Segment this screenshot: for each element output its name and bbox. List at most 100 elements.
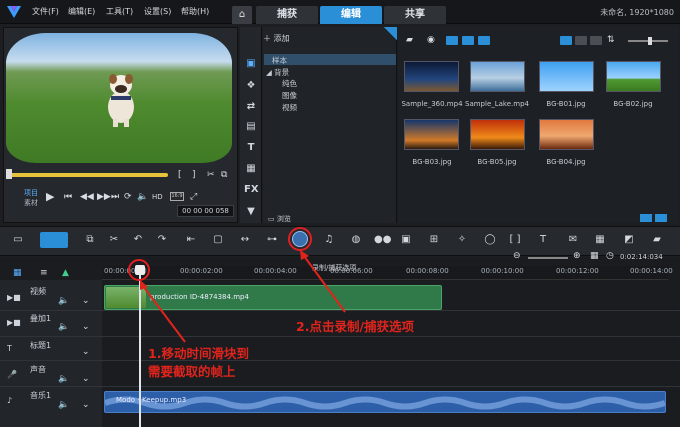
preview-scrubber[interactable] [8,173,168,177]
options-icon[interactable] [640,214,652,222]
audio-clip[interactable] [104,391,666,413]
marker-icon[interactable]: ▲ [62,268,69,278]
mix-icon[interactable]: ⊶ [265,234,279,245]
scrubber-handle[interactable] [6,169,12,179]
auto-music-icon[interactable]: ♫ [322,234,336,245]
timeline-view-button[interactable] [40,232,68,248]
next-frame-icon[interactable]: ▶▶ [97,192,111,202]
thumb-bg-b03[interactable] [404,119,459,150]
motion-track-icon[interactable]: ◍ [349,234,363,245]
split-screen-icon[interactable]: ⊞ [427,234,441,245]
zoom-out-icon[interactable]: ⊖ [513,251,521,261]
show-video-icon[interactable] [446,36,458,45]
color-grading-icon[interactable]: ◩ [622,234,636,245]
prev-frame-icon[interactable]: ◀◀ [80,192,94,202]
thumb-size-handle[interactable] [648,37,652,45]
end-frame-icon[interactable]: ⏭ [111,192,119,202]
add-folder-button[interactable]: ＋ 添加 [263,33,290,44]
zoom-fit-icon[interactable]: [ ] [508,234,522,245]
title-icon[interactable]: T [244,142,258,153]
ripple-voice-icon[interactable]: ⌄ [82,374,90,384]
expand-down-icon[interactable]: ▼ [244,206,258,217]
menu-tools[interactable]: 工具(T) [106,6,133,17]
all-tracks-icon[interactable]: ▦ [13,268,22,278]
filter-icon[interactable]: ▤ [244,121,258,132]
split-clip-icon[interactable]: ✂ [207,170,215,180]
thumb-bg-b04[interactable] [539,119,594,150]
menu-help[interactable]: 帮助(H) [181,6,209,17]
record-icon[interactable]: ◉ [427,35,435,45]
crop-icon[interactable]: ▢ [211,234,225,245]
grid-view-icon[interactable] [590,36,602,45]
thumb-bg-b02[interactable] [606,61,661,92]
timeline-playhead[interactable] [139,269,141,427]
play-icon[interactable]: ▶ [46,190,54,203]
instant-project-icon[interactable]: ❖ [244,80,258,91]
ripple-overlay-icon[interactable]: ⌄ [82,322,90,332]
tree-item-image[interactable]: 图像 [282,90,297,101]
mute-overlay-icon[interactable]: 🔈 [58,322,69,332]
media-icon[interactable]: ▣ [244,58,258,69]
home-icon[interactable]: ⌂ [232,6,252,24]
show-photo-icon[interactable] [462,36,474,45]
tree-item-background[interactable]: ◢ 背景 [266,67,289,78]
repeat-icon[interactable]: ⟳ [124,192,132,202]
ripple-title-icon[interactable]: ⌄ [82,347,90,357]
effects-icon[interactable]: ✧ [455,234,469,245]
list-view-icon[interactable] [560,36,572,45]
ripple-video-icon[interactable]: ⌄ [82,296,90,306]
timecode-display[interactable]: 00 00 00 058 [177,205,234,217]
zoom-in-icon[interactable]: ⊕ [573,251,581,261]
preview-video[interactable] [6,33,232,163]
tree-item-sample[interactable]: 样本 [272,55,287,66]
lasso-icon[interactable]: ◯ [483,234,497,245]
volume-icon[interactable]: 🔈 [137,192,148,202]
browse-button[interactable]: ▭ 浏览 [268,214,291,224]
graphics-icon[interactable]: ▦ [244,163,258,174]
tab-edit[interactable]: 编辑 [320,6,382,24]
tree-item-solid[interactable]: 纯色 [282,78,297,89]
multi-trim-icon[interactable]: ↔ [238,234,252,245]
thumb-sample-lake[interactable] [470,61,525,92]
thumb-view-icon[interactable] [575,36,587,45]
folder-icon[interactable]: ▰ [406,35,413,45]
home-frame-icon[interactable]: ⏮ [64,192,72,202]
redo-icon[interactable]: ↷ [155,234,169,245]
text-icon[interactable]: T [536,234,550,245]
mute-music-icon[interactable]: 🔈 [58,400,69,410]
thumb-bg-b01[interactable] [539,61,594,92]
undo-icon[interactable]: ↶ [131,234,145,245]
fit-timeline-icon[interactable]: ▦ [590,251,599,261]
tree-item-video[interactable]: 视频 [282,102,297,113]
mute-voice-icon[interactable]: 🔈 [58,374,69,384]
mask-icon[interactable]: ✉ [566,234,580,245]
mode-clip[interactable]: 素材 [24,198,38,208]
hd-quality[interactable]: HD [152,193,163,201]
track-manager-icon[interactable]: ⧉ [83,234,97,245]
fit-icon[interactable]: ⤢ [190,192,197,202]
template-icon[interactable]: ▦ [593,234,607,245]
menu-file[interactable]: 文件(F) [32,6,59,17]
clock-icon[interactable]: ◷ [606,251,614,261]
subtitle-icon[interactable]: ●● [374,234,391,245]
title-editor-icon[interactable]: ▣ [399,234,413,245]
show-audio-icon[interactable] [478,36,490,45]
mark-out-icon[interactable]: ] [192,170,196,180]
menu-settings[interactable]: 设置(S) [144,6,171,17]
thumb-bg-b05[interactable] [470,119,525,150]
thumb-sample-360[interactable] [404,61,459,92]
collapse-icon[interactable] [655,214,667,222]
menu-edit[interactable]: 编辑(E) [68,6,95,17]
smart-proxy-icon[interactable]: ⇤ [184,234,198,245]
export-icon[interactable]: ▰ [650,234,664,245]
tab-share[interactable]: 共享 [384,6,446,24]
zoom-slider[interactable] [528,257,568,259]
mute-video-icon[interactable]: 🔈 [58,296,69,306]
aspect-ratio-icon[interactable]: 16:9 [170,192,184,201]
ripple-music-icon[interactable]: ⌄ [82,400,90,410]
mark-in-icon[interactable]: [ [178,170,182,180]
chapter-icon[interactable]: ✂ [107,234,121,245]
storyboard-view-icon[interactable]: ▭ [11,234,25,245]
mode-project[interactable]: 项目 [24,188,38,198]
tab-capture[interactable]: 捕获 [256,6,318,24]
